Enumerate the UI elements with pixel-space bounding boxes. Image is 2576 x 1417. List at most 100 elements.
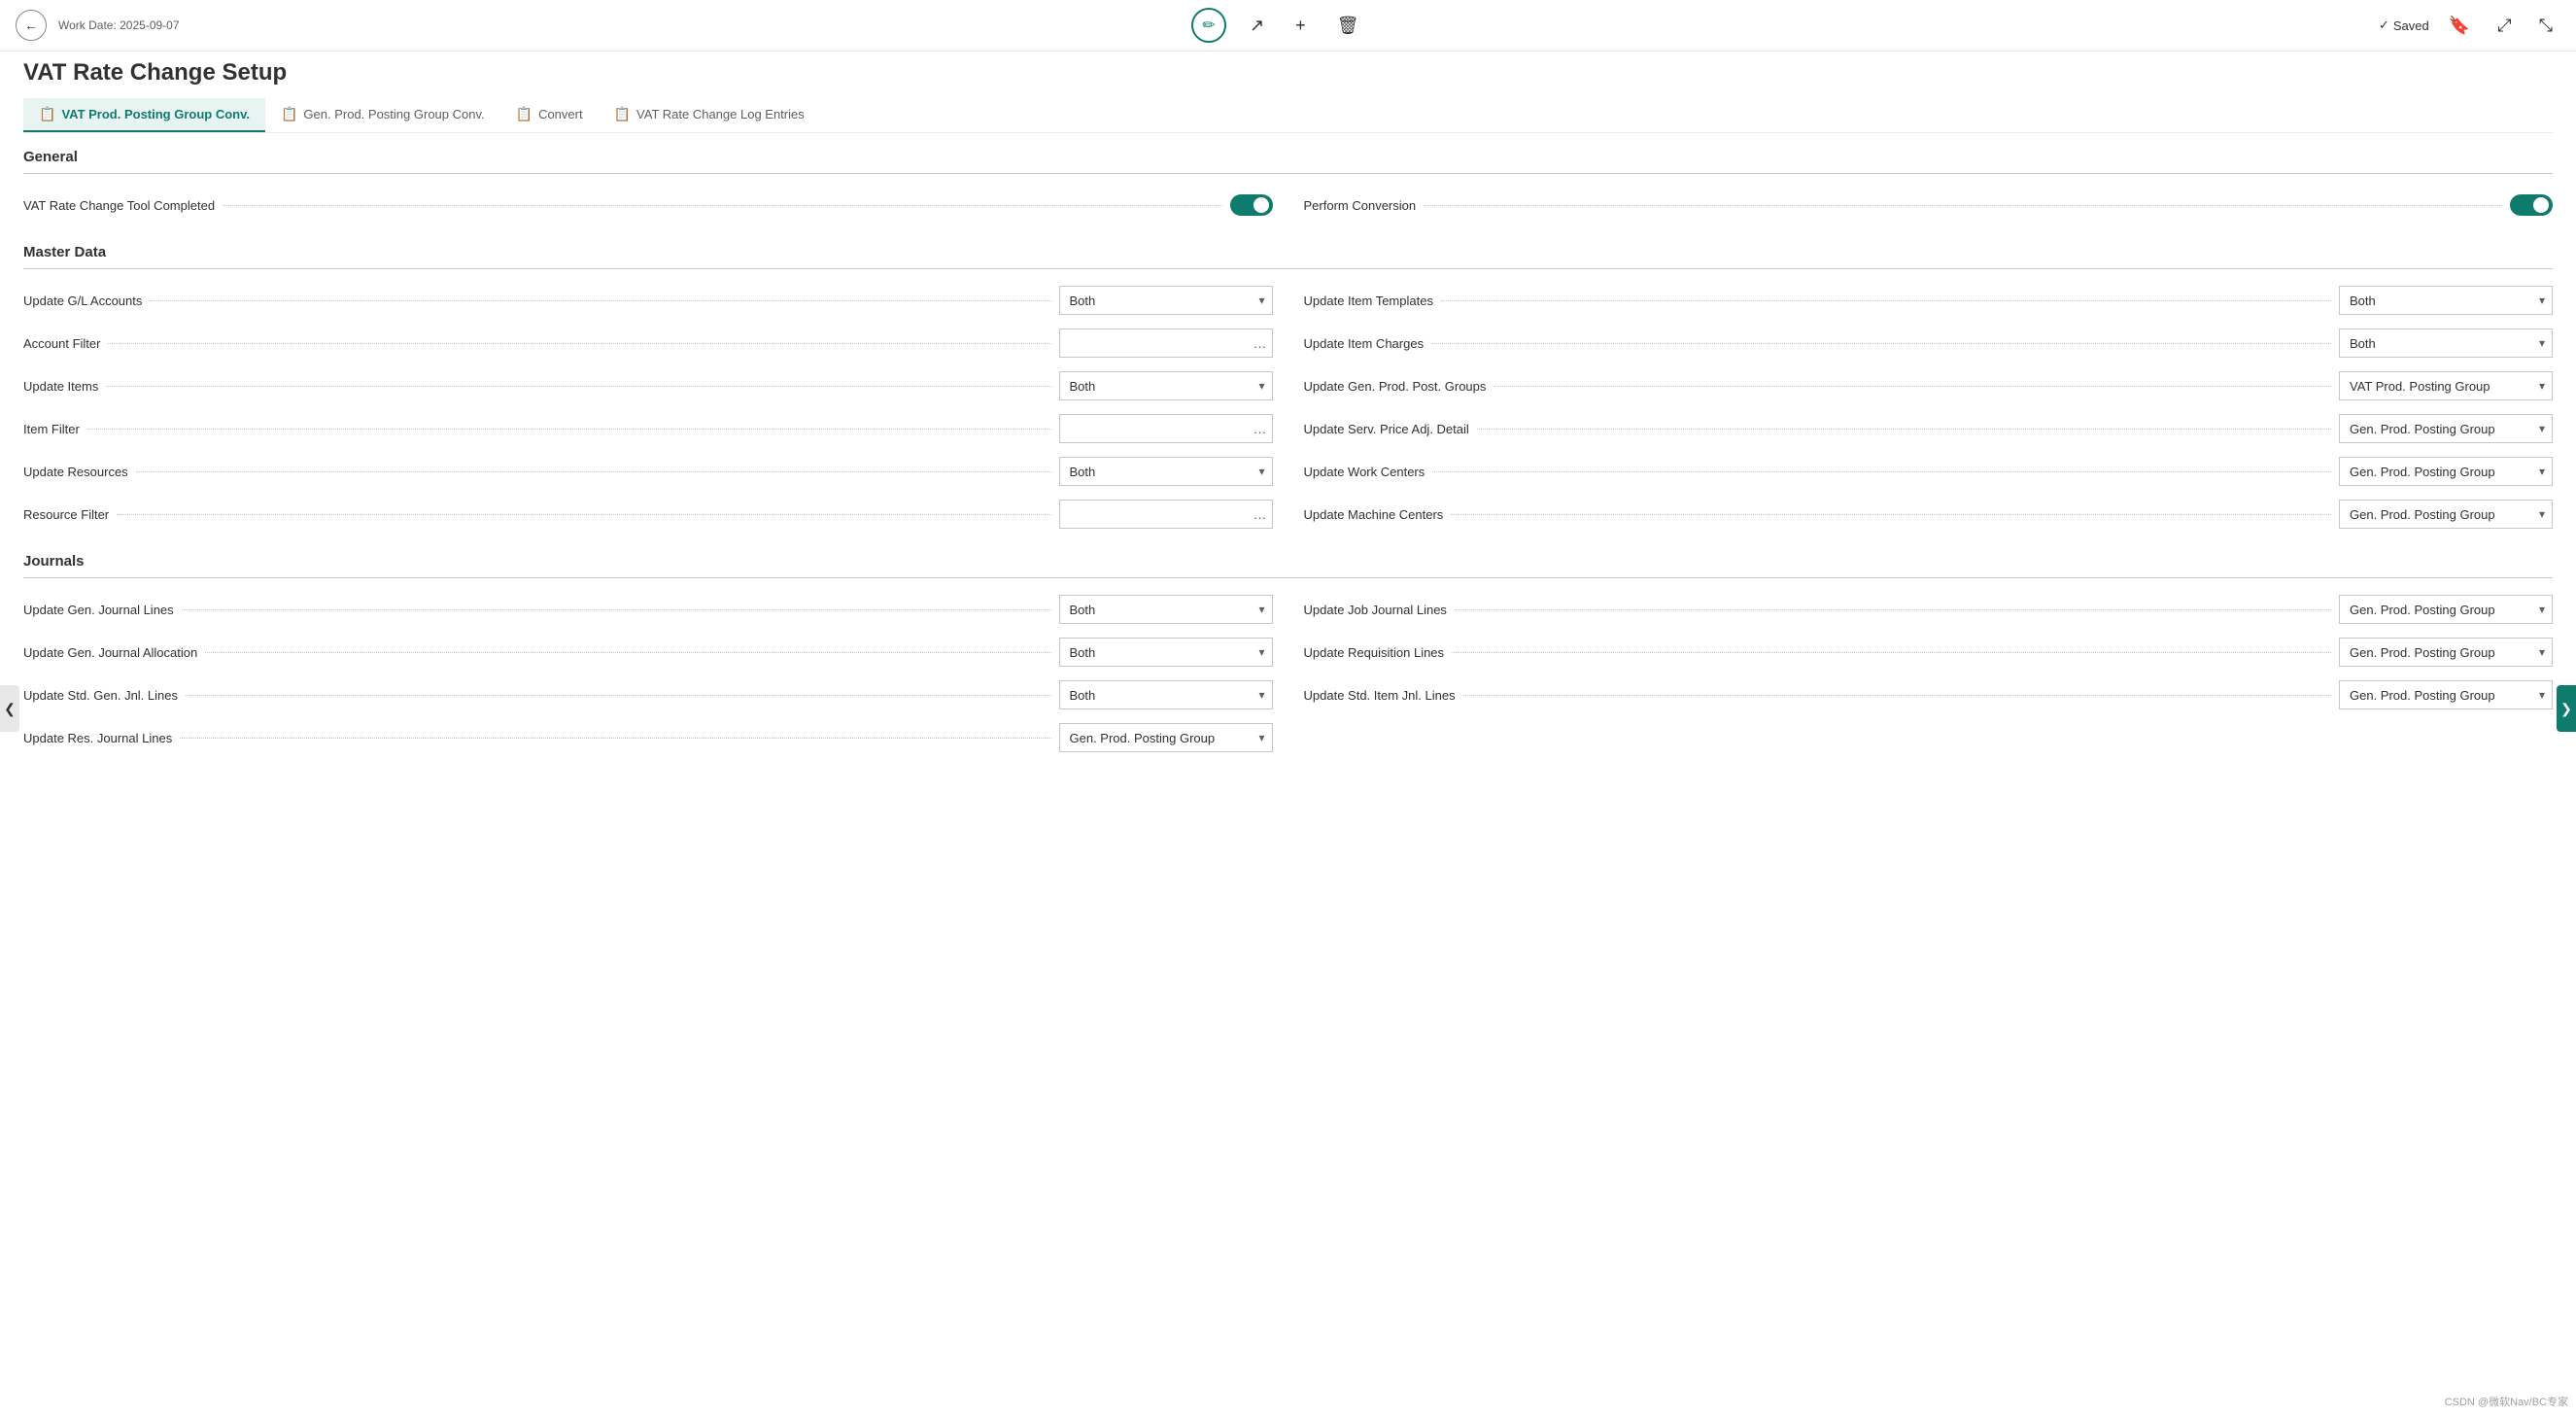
master-data-row-2-left: Update Items Both VAT Prod. Posting Grou…: [23, 370, 1273, 401]
update-gl-accounts-select[interactable]: Both VAT Prod. Posting Group Gen. Prod. …: [1059, 286, 1273, 315]
update-item-charges-select-wrapper: Both VAT Prod. Posting Group Gen. Prod. …: [2339, 328, 2553, 358]
update-serv-price-adj-detail-select[interactable]: Both VAT Prod. Posting Group Gen. Prod. …: [2339, 414, 2553, 443]
account-filter-input-wrapper: …: [1059, 328, 1273, 358]
tab-gen-prod[interactable]: 📋 Gen. Prod. Posting Group Conv.: [265, 98, 500, 132]
update-item-templates-label: Update Item Templates: [1304, 294, 1433, 308]
journals-row-3-right-empty: [1304, 722, 2554, 753]
toolbar-center: ✏ ↗ + 🗑: [191, 8, 2367, 43]
bookmark-icon: 🔖: [2449, 16, 2470, 35]
update-std-gen-jnl-lines-label: Update Std. Gen. Jnl. Lines: [23, 688, 178, 703]
resource-filter-input-wrapper: …: [1059, 500, 1273, 529]
journals-row-1-right: Update Requisition Lines Both VAT Prod. …: [1304, 637, 2554, 668]
saved-check-icon: ✓: [2379, 17, 2389, 33]
back-icon: ←: [24, 17, 38, 33]
update-item-charges-select[interactable]: Both VAT Prod. Posting Group Gen. Prod. …: [2339, 328, 2553, 358]
item-filter-dots-button[interactable]: …: [1252, 421, 1269, 436]
tab-log-entries-label: VAT Rate Change Log Entries: [636, 107, 805, 121]
vat-rate-change-tool-label: VAT Rate Change Tool Completed: [23, 198, 215, 213]
add-button[interactable]: +: [1288, 12, 1314, 40]
tab-log-entries[interactable]: 📋 VAT Rate Change Log Entries: [599, 98, 820, 132]
left-arrow-icon: ❮: [4, 701, 16, 717]
tab-convert[interactable]: 📋 Convert: [500, 98, 599, 132]
edit-button[interactable]: ✏: [1191, 8, 1226, 43]
account-filter-label: Account Filter: [23, 336, 100, 351]
update-gen-prod-post-groups-select[interactable]: Both VAT Prod. Posting Group Gen. Prod. …: [2339, 371, 2553, 400]
update-items-select-wrapper: Both VAT Prod. Posting Group Gen. Prod. …: [1059, 371, 1273, 400]
item-filter-input-wrapper: …: [1059, 414, 1273, 443]
nav-arrow-left[interactable]: ❮: [0, 685, 19, 732]
master-data-row-2-right: Update Gen. Prod. Post. Groups Both VAT …: [1304, 370, 2554, 401]
maximize-button[interactable]: ⤡: [2531, 12, 2560, 40]
tab-gen-prod-icon: 📋: [281, 106, 297, 122]
resource-filter-dots-button[interactable]: …: [1252, 506, 1269, 522]
journals-row-2-left: Update Std. Gen. Jnl. Lines Both VAT Pro…: [23, 679, 1273, 710]
section-journals: Journals Update Gen. Journal Lines Both …: [23, 553, 2553, 753]
share-icon: ↗: [1250, 16, 1264, 35]
update-res-journal-lines-select[interactable]: Both VAT Prod. Posting Group Gen. Prod. …: [1059, 723, 1273, 752]
maximize-icon: ⤡: [2539, 16, 2553, 35]
resource-filter-label: Resource Filter: [23, 507, 109, 522]
master-data-row-4-right: Update Work Centers Both VAT Prod. Posti…: [1304, 456, 2554, 487]
resource-filter-input[interactable]: [1059, 500, 1273, 529]
update-work-centers-select[interactable]: Both VAT Prod. Posting Group Gen. Prod. …: [2339, 457, 2553, 486]
master-data-row-3-left: Item Filter …: [23, 413, 1273, 444]
update-gen-prod-post-groups-label: Update Gen. Prod. Post. Groups: [1304, 379, 1487, 394]
section-master-data: Master Data Update G/L Accounts Both VAT…: [23, 244, 2553, 530]
update-requisition-lines-select[interactable]: Both VAT Prod. Posting Group Gen. Prod. …: [2339, 638, 2553, 667]
account-filter-dots-button[interactable]: …: [1252, 335, 1269, 351]
nav-arrow-right[interactable]: ❯: [2557, 685, 2576, 732]
update-resources-label: Update Resources: [23, 465, 128, 479]
update-job-journal-lines-select-wrapper: Both VAT Prod. Posting Group Gen. Prod. …: [2339, 595, 2553, 624]
master-data-grid: Update G/L Accounts Both VAT Prod. Posti…: [23, 285, 2553, 530]
update-items-label: Update Items: [23, 379, 98, 394]
master-data-row-5-right: Update Machine Centers Both VAT Prod. Po…: [1304, 499, 2554, 530]
back-button[interactable]: ←: [16, 10, 47, 41]
page-title: VAT Rate Change Setup: [23, 59, 2553, 86]
update-item-templates-select[interactable]: Both VAT Prod. Posting Group Gen. Prod. …: [2339, 286, 2553, 315]
tab-vat-prod-label: VAT Prod. Posting Group Conv.: [61, 107, 250, 121]
journals-row-1-left: Update Gen. Journal Allocation Both VAT …: [23, 637, 1273, 668]
vat-rate-change-tool-row: VAT Rate Change Tool Completed: [23, 190, 1273, 221]
master-data-row-1-left: Account Filter …: [23, 328, 1273, 359]
vat-rate-change-tool-toggle[interactable]: [1230, 194, 1273, 216]
update-res-journal-lines-select-wrapper: Both VAT Prod. Posting Group Gen. Prod. …: [1059, 723, 1273, 752]
expand-icon: ⤢: [2497, 16, 2511, 35]
update-std-gen-jnl-lines-select-wrapper: Both VAT Prod. Posting Group Gen. Prod. …: [1059, 680, 1273, 709]
update-job-journal-lines-label: Update Job Journal Lines: [1304, 603, 1447, 617]
update-job-journal-lines-select[interactable]: Both VAT Prod. Posting Group Gen. Prod. …: [2339, 595, 2553, 624]
tab-vat-prod[interactable]: 📋 VAT Prod. Posting Group Conv.: [23, 98, 265, 132]
bookmark-button[interactable]: 🔖: [2441, 12, 2478, 40]
update-std-gen-jnl-lines-select[interactable]: Both VAT Prod. Posting Group Gen. Prod. …: [1059, 680, 1273, 709]
tab-convert-label: Convert: [538, 107, 583, 121]
app-container: ← Work Date: 2025-09-07 ✏ ↗ + 🗑 ✓ Saved …: [0, 0, 2576, 1417]
expand-button[interactable]: ⤢: [2490, 12, 2519, 40]
delete-button[interactable]: 🗑: [1329, 12, 1367, 40]
update-gen-prod-post-groups-select-wrapper: Both VAT Prod. Posting Group Gen. Prod. …: [2339, 371, 2553, 400]
update-item-templates-select-wrapper: Both VAT Prod. Posting Group Gen. Prod. …: [2339, 286, 2553, 315]
journals-row-0-right: Update Job Journal Lines Both VAT Prod. …: [1304, 594, 2554, 625]
update-gen-journal-allocation-select[interactable]: Both VAT Prod. Posting Group Gen. Prod. …: [1059, 638, 1273, 667]
master-data-title: Master Data: [23, 244, 2553, 269]
master-data-row-3-right: Update Serv. Price Adj. Detail Both VAT …: [1304, 413, 2554, 444]
update-items-select[interactable]: Both VAT Prod. Posting Group Gen. Prod. …: [1059, 371, 1273, 400]
add-icon: +: [1295, 16, 1306, 35]
tab-vat-prod-icon: 📋: [39, 106, 55, 122]
update-work-centers-label: Update Work Centers: [1304, 465, 1425, 479]
update-machine-centers-select[interactable]: Both VAT Prod. Posting Group Gen. Prod. …: [2339, 500, 2553, 529]
perform-conversion-toggle[interactable]: [2510, 194, 2553, 216]
journals-row-2-right: Update Std. Item Jnl. Lines Both VAT Pro…: [1304, 679, 2554, 710]
update-resources-select[interactable]: Both VAT Prod. Posting Group Gen. Prod. …: [1059, 457, 1273, 486]
update-item-charges-label: Update Item Charges: [1304, 336, 1425, 351]
update-machine-centers-label: Update Machine Centers: [1304, 507, 1444, 522]
update-requisition-lines-select-wrapper: Both VAT Prod. Posting Group Gen. Prod. …: [2339, 638, 2553, 667]
item-filter-input[interactable]: [1059, 414, 1273, 443]
update-gl-accounts-select-wrapper: Both VAT Prod. Posting Group Gen. Prod. …: [1059, 286, 1273, 315]
share-button[interactable]: ↗: [1242, 12, 1272, 40]
update-gen-journal-lines-select[interactable]: Both VAT Prod. Posting Group Gen. Prod. …: [1059, 595, 1273, 624]
account-filter-input[interactable]: [1059, 328, 1273, 358]
journals-row-3-left: Update Res. Journal Lines Both VAT Prod.…: [23, 722, 1273, 753]
update-std-item-jnl-lines-select[interactable]: Both VAT Prod. Posting Group Gen. Prod. …: [2339, 680, 2553, 709]
work-date: Work Date: 2025-09-07: [58, 18, 180, 32]
update-serv-price-adj-detail-label: Update Serv. Price Adj. Detail: [1304, 422, 1469, 436]
update-requisition-lines-label: Update Requisition Lines: [1304, 645, 1445, 660]
